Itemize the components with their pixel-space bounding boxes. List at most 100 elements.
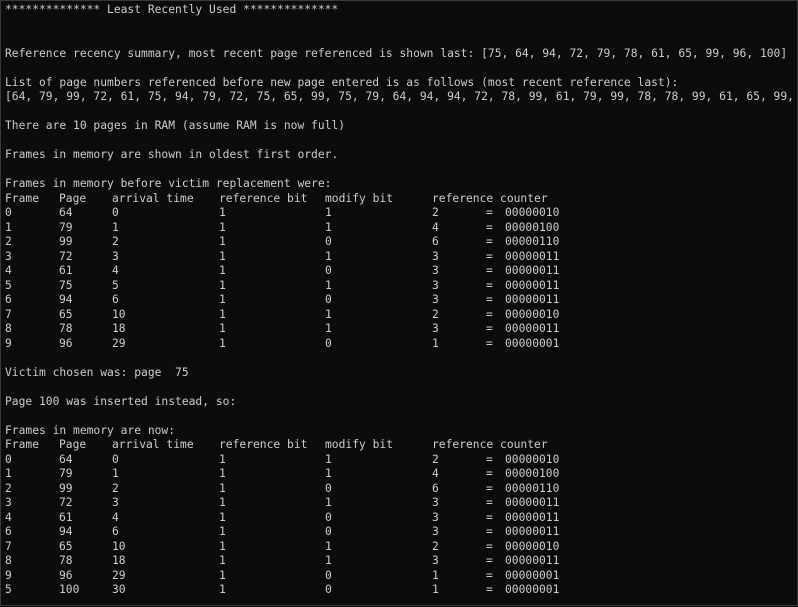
frame-cell: 0 bbox=[5, 206, 12, 219]
page-cell: 100 bbox=[59, 583, 80, 596]
after-table-row: 9 96 29 1 0 1 = 00000001 bbox=[5, 569, 798, 584]
reference-bit-cell: 1 bbox=[219, 583, 226, 596]
reference-count-cell: 3 bbox=[432, 510, 439, 524]
frame-cell: 4 bbox=[5, 264, 12, 277]
equals-sign: = bbox=[486, 278, 493, 292]
reference-count-cell: 3 bbox=[432, 249, 439, 263]
counter-bits-cell: 00000011 bbox=[505, 322, 560, 335]
header-page: Page bbox=[59, 438, 87, 451]
equals-sign: = bbox=[486, 336, 493, 350]
arrival-time-cell: 18 bbox=[112, 554, 126, 567]
arrival-time-cell: 0 bbox=[112, 206, 119, 219]
before-table-row: 1 79 1 1 1 4 = 00000100 bbox=[5, 221, 798, 236]
equals-sign: = bbox=[486, 452, 493, 466]
frame-cell: 8 bbox=[5, 322, 12, 335]
console-output[interactable]: ************** Least Recently Used *****… bbox=[5, 3, 798, 607]
modify-bit-cell: 1 bbox=[325, 452, 332, 466]
modify-bit-cell: 1 bbox=[325, 554, 332, 567]
header-reference-bit: reference bit bbox=[219, 438, 308, 451]
before-table-header: Frame Page arrival time reference bit mo… bbox=[5, 192, 798, 207]
frame-cell: 2 bbox=[5, 481, 12, 495]
inserted-line: Page 100 was inserted instead, so: bbox=[5, 394, 237, 408]
page-cell: 65 bbox=[59, 307, 73, 321]
counter-bits-cell: 00000001 bbox=[505, 568, 560, 582]
frame-cell: 9 bbox=[5, 336, 12, 350]
equals-sign: = bbox=[486, 481, 493, 495]
frame-cell: 3 bbox=[5, 249, 12, 263]
frame-cell: 6 bbox=[5, 293, 12, 306]
counter-bits-cell: 00000010 bbox=[505, 206, 560, 219]
counter-bits-cell: 00000011 bbox=[505, 554, 560, 567]
after-table-header: Frame Page arrival time reference bit mo… bbox=[5, 438, 798, 453]
counter-bits-cell: 00000100 bbox=[505, 467, 560, 480]
equals-sign: = bbox=[486, 220, 493, 234]
after-table-row: 7 65 10 1 1 2 = 00000010 bbox=[5, 540, 798, 555]
equals-sign: = bbox=[486, 554, 493, 567]
after-table-row: 6 94 6 1 0 3 = 00000011 bbox=[5, 525, 798, 540]
page-cell: 61 bbox=[59, 264, 73, 277]
arrival-time-cell: 18 bbox=[112, 322, 126, 335]
arrival-time-cell: 3 bbox=[112, 496, 119, 509]
after-table-row: 0 64 0 1 1 2 = 00000010 bbox=[5, 453, 798, 468]
reference-bit-cell: 1 bbox=[219, 220, 226, 234]
equals-sign: = bbox=[486, 525, 493, 538]
after-table-title: Frames in memory are now: bbox=[5, 423, 176, 437]
frame-cell: 6 bbox=[5, 525, 12, 538]
page-cell: 96 bbox=[59, 336, 73, 350]
frame-cell: 5 bbox=[5, 278, 12, 292]
equals-sign: = bbox=[486, 496, 493, 509]
arrival-time-cell: 10 bbox=[112, 539, 126, 553]
arrival-time-cell: 10 bbox=[112, 307, 126, 321]
arrival-time-cell: 6 bbox=[112, 525, 119, 538]
equals-sign: = bbox=[486, 206, 493, 219]
equals-sign: = bbox=[486, 264, 493, 277]
banner-line: ************** Least Recently Used *****… bbox=[5, 3, 339, 16]
page-cell: 79 bbox=[59, 467, 73, 480]
modify-bit-cell: 0 bbox=[325, 568, 332, 582]
modify-bit-cell: 1 bbox=[325, 220, 332, 234]
before-table-body: 0 64 0 1 1 2 = 00000010 1 79 1 1 1 4 = 00000100 2 99 2 1 0 6 =… bbox=[5, 206, 798, 351]
reference-bit-cell: 1 bbox=[219, 322, 226, 335]
reference-bit-cell: 1 bbox=[219, 235, 226, 248]
frame-cell: 1 bbox=[5, 467, 12, 480]
arrival-time-cell: 4 bbox=[112, 264, 119, 277]
ram-status-line: There are 10 pages in RAM (assume RAM is… bbox=[5, 119, 346, 132]
frame-cell: 8 bbox=[5, 554, 12, 567]
header-reference-counter: reference counter bbox=[432, 438, 548, 451]
frame-cell: 7 bbox=[5, 307, 12, 321]
reference-count-cell: 4 bbox=[432, 220, 439, 234]
page-cell: 78 bbox=[59, 322, 73, 335]
frame-cell: 1 bbox=[5, 220, 12, 234]
modify-bit-cell: 0 bbox=[325, 583, 332, 596]
before-table-row: 5 75 5 1 1 3 = 00000011 bbox=[5, 279, 798, 294]
modify-bit-cell: 0 bbox=[325, 235, 332, 248]
reference-count-cell: 3 bbox=[432, 525, 439, 538]
arrival-time-cell: 30 bbox=[112, 583, 126, 596]
counter-bits-cell: 00000110 bbox=[505, 235, 560, 248]
modify-bit-cell: 1 bbox=[325, 322, 332, 335]
counter-bits-cell: 00000011 bbox=[505, 496, 560, 509]
before-table-row: 3 72 3 1 1 3 = 00000011 bbox=[5, 250, 798, 265]
page-cell: 99 bbox=[59, 235, 73, 248]
equals-sign: = bbox=[486, 307, 493, 321]
before-table-row: 8 78 18 1 1 3 = 00000011 bbox=[5, 322, 798, 337]
arrival-time-cell: 1 bbox=[112, 220, 119, 234]
modify-bit-cell: 1 bbox=[325, 496, 332, 509]
counter-bits-cell: 00000100 bbox=[505, 220, 560, 234]
reference-count-cell: 3 bbox=[432, 496, 439, 509]
arrival-time-cell: 4 bbox=[112, 510, 119, 524]
page-cell: 78 bbox=[59, 554, 73, 567]
before-table-row: 6 94 6 1 0 3 = 00000011 bbox=[5, 293, 798, 308]
header-frame: Frame bbox=[5, 191, 40, 205]
before-table-row: 7 65 10 1 1 2 = 00000010 bbox=[5, 308, 798, 323]
frame-cell: 5 bbox=[5, 583, 12, 596]
counter-bits-cell: 00000110 bbox=[505, 481, 560, 495]
modify-bit-cell: 1 bbox=[325, 278, 332, 292]
arrival-time-cell: 29 bbox=[112, 568, 126, 582]
